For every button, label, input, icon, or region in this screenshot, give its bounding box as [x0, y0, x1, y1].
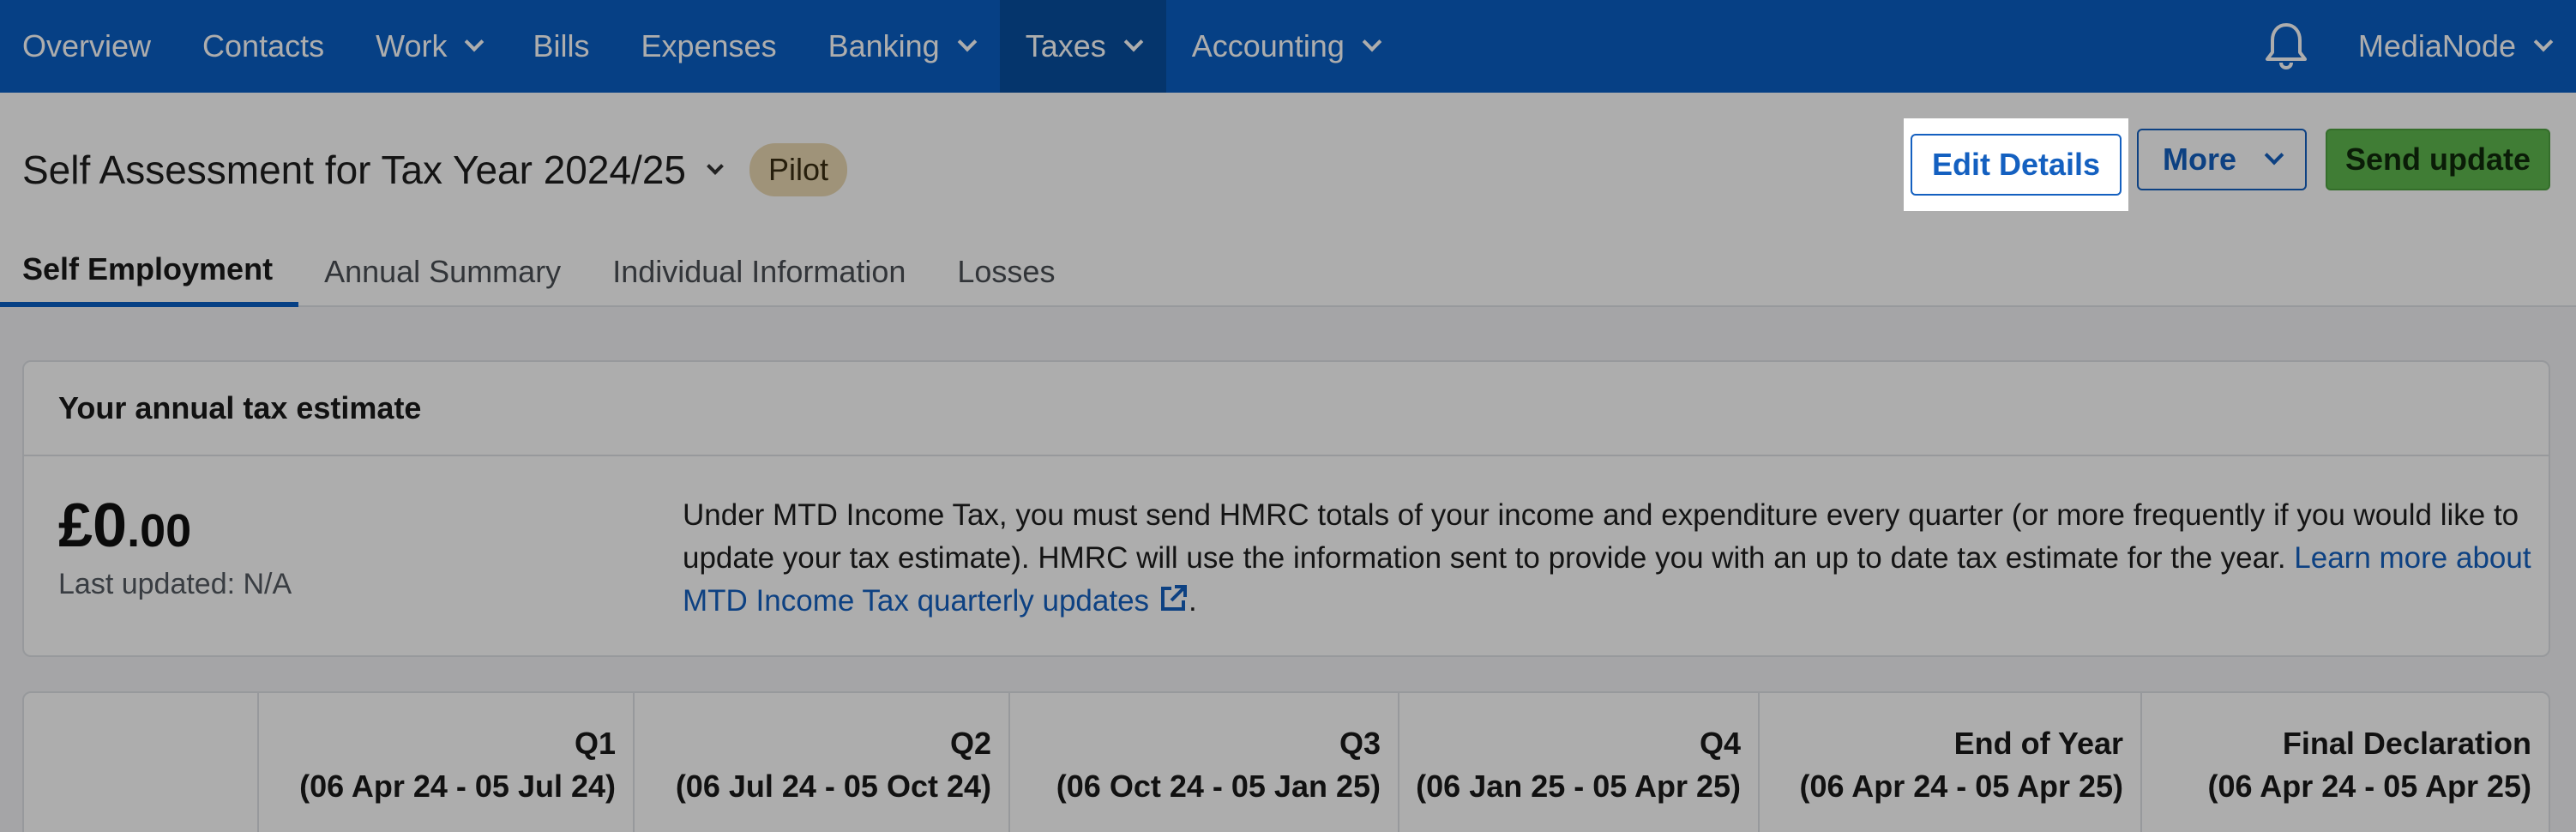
quarter-range: (06 Oct 24 - 05 Jan 25): [1056, 769, 1381, 804]
nav-item-overview[interactable]: Overview: [0, 0, 177, 93]
chevron-down-icon: [465, 32, 485, 52]
nav-item-bills[interactable]: Bills: [507, 0, 615, 93]
amount-main: £0: [58, 491, 128, 560]
send-update-button[interactable]: Send update: [2326, 129, 2550, 190]
page-title: Self Assessment for Tax Year 2024/25: [22, 148, 686, 192]
quarter-range: (06 Apr 24 - 05 Jul 24): [299, 769, 616, 804]
nav-label: Taxes: [1025, 28, 1106, 63]
quarter-name: End of Year: [1953, 726, 2123, 761]
tax-year-chevron-down-icon[interactable]: [698, 153, 732, 187]
nav-right: MediaNode: [2240, 0, 2576, 93]
edit-details-inner: Edit Details: [1911, 134, 2122, 196]
quarter-column-q4: Q4 (06 Jan 25 - 05 Apr 25): [1398, 693, 1758, 832]
nav-item-taxes[interactable]: Taxes: [999, 0, 1166, 93]
estimate-description: Under MTD Income Tax, you must send HMRC…: [683, 494, 2535, 626]
tab-label: Annual Summary: [324, 254, 562, 289]
send-label: Send update: [2344, 142, 2531, 177]
tax-estimate-card: Your annual tax estimate £0.00 Last upda…: [22, 360, 2550, 657]
quarter-column-q3: Q3 (06 Oct 24 - 05 Jan 25): [1008, 693, 1398, 832]
quarter-column-q2: Q2 (06 Jul 24 - 05 Oct 24): [633, 693, 1008, 832]
nav-item-work[interactable]: Work: [350, 0, 507, 93]
tab-annual-summary[interactable]: Annual Summary: [298, 237, 587, 307]
amount-pence: .00: [127, 505, 192, 557]
tab-losses[interactable]: Losses: [931, 237, 1080, 307]
quarter-name: Q1: [574, 726, 616, 761]
chevron-down-icon: [1362, 32, 1382, 52]
more-label: More: [2162, 142, 2236, 177]
chevron-down-icon: [957, 32, 978, 52]
bell-icon[interactable]: [2240, 0, 2332, 93]
last-updated: Last updated: N/A: [58, 568, 292, 600]
table-corner-cell: [24, 693, 257, 832]
tab-individual-information[interactable]: Individual Information: [587, 237, 931, 307]
nav-label: Bills: [533, 28, 590, 63]
quarter-range: (06 Jan 25 - 05 Apr 25): [1416, 769, 1741, 804]
tab-label: Losses: [957, 254, 1056, 289]
nav-label: Contacts: [202, 28, 325, 63]
quarter-range: (06 Apr 24 - 05 Apr 25): [2207, 769, 2531, 804]
org-switcher[interactable]: MediaNode: [2358, 0, 2576, 93]
title-row: Self Assessment for Tax Year 2024/25 Pil…: [22, 136, 848, 204]
quarter-range: (06 Apr 24 - 05 Apr 25): [1799, 769, 2123, 804]
after-link: .: [1189, 584, 1197, 618]
quarter-name: Final Declaration: [2282, 726, 2531, 761]
quarter-column-end-of-year: End of Year (06 Apr 24 - 05 Apr 25): [1758, 693, 2140, 832]
chevron-down-icon: [1123, 32, 1144, 52]
nav-item-banking[interactable]: Banking: [803, 0, 1000, 93]
quarter-name: Q2: [949, 726, 991, 761]
quarter-column-final-declaration: Final Declaration (06 Apr 24 - 05 Apr 25): [2140, 693, 2549, 832]
tabs: Self Employment Annual Summary Individua…: [0, 237, 1080, 307]
nav-item-expenses[interactable]: Expenses: [615, 0, 802, 93]
tab-label: Self Employment: [22, 251, 274, 286]
tab-self-employment[interactable]: Self Employment: [0, 237, 299, 307]
org-name: MediaNode: [2357, 28, 2516, 63]
nav-label: Work: [376, 28, 448, 63]
nav-item-accounting[interactable]: Accounting: [1166, 0, 1405, 93]
more-button[interactable]: More: [2137, 129, 2307, 190]
quarter-name: Q4: [1699, 726, 1741, 761]
quarter-range: (06 Jul 24 - 05 Oct 24): [675, 769, 991, 804]
estimate-amount: £0.00: [58, 491, 191, 561]
nav-label: Banking: [828, 28, 940, 63]
quarter-name: Q3: [1339, 726, 1381, 761]
nav-label: Overview: [22, 28, 152, 63]
top-nav: Overview Contacts Work Bills Expenses Ba…: [0, 0, 2576, 93]
description-text: Under MTD Income Tax, you must send HMRC…: [683, 498, 2519, 575]
quarters-table-header: Q1 (06 Apr 24 - 05 Jul 24) Q2 (06 Jul 24 -…: [22, 691, 2550, 832]
chevron-down-icon: [2264, 145, 2284, 166]
pilot-badge: Pilot: [749, 143, 848, 196]
edit-label: Edit Details: [1931, 147, 2101, 182]
quarter-column-q1: Q1 (06 Apr 24 - 05 Jul 24): [257, 693, 633, 832]
nav-item-contacts[interactable]: Contacts: [177, 0, 350, 93]
bell-icon-svg: [2265, 23, 2307, 70]
chevron-down-icon: [2533, 32, 2554, 52]
edit-details-button[interactable]: Edit Details: [1904, 118, 2128, 211]
nav-label: Accounting: [1191, 28, 1345, 63]
external-link-icon: [1158, 583, 1189, 626]
card-heading: Your annual tax estimate: [24, 362, 2549, 456]
nav-label: Expenses: [641, 28, 777, 63]
tab-label: Individual Information: [612, 254, 906, 289]
page-header: Self Assessment for Tax Year 2024/25 Pil…: [0, 93, 2576, 307]
